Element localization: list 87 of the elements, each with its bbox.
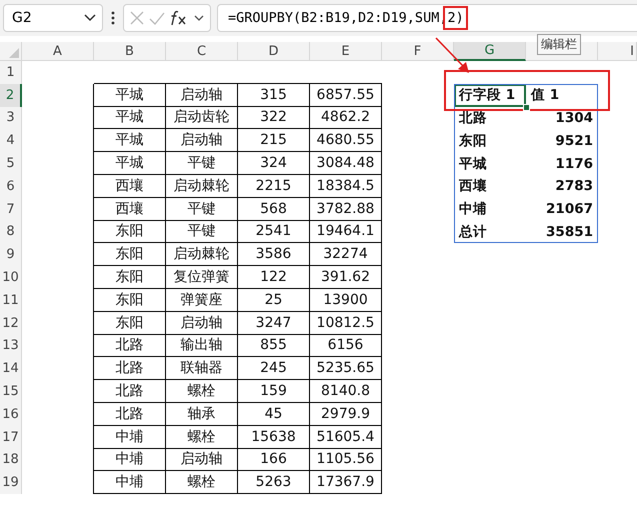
table-cell: 启动棘轮 bbox=[166, 243, 238, 266]
result-cell: 35851 bbox=[546, 224, 593, 240]
table-cell: 东阳 bbox=[94, 288, 166, 312]
table-cell: 568 bbox=[238, 198, 310, 221]
table-cell: 5235.65 bbox=[310, 357, 382, 380]
result-cell: 总计 bbox=[459, 222, 487, 241]
table-cell: 北路 bbox=[94, 380, 166, 403]
table-cell: 159 bbox=[238, 380, 310, 403]
table-cell: 启动轴 bbox=[166, 84, 238, 107]
table-cell: 联轴器 bbox=[166, 357, 238, 380]
table-cell: 中埔 bbox=[94, 448, 166, 472]
table-cell: 51605.4 bbox=[310, 426, 382, 449]
table-cell: 启动轴 bbox=[166, 129, 238, 152]
table-cell: 启动棘轮 bbox=[166, 174, 238, 198]
table-cell: 中埔 bbox=[94, 471, 166, 494]
table-cell: 855 bbox=[238, 334, 310, 358]
table-cell: 19464.1 bbox=[310, 220, 382, 244]
result-cell: 中埔 bbox=[459, 200, 487, 218]
table-cell: 122 bbox=[238, 266, 310, 289]
table-cell: 215 bbox=[238, 129, 310, 152]
table-cell: 北路 bbox=[94, 334, 166, 358]
table-cell: 18384.5 bbox=[310, 174, 382, 198]
table-cell: 螺栓 bbox=[166, 380, 238, 403]
table-cell: 166 bbox=[238, 448, 310, 472]
table-cell: 平键 bbox=[166, 198, 238, 221]
table-cell: 3247 bbox=[238, 312, 310, 335]
table-cell: 3084.48 bbox=[310, 152, 382, 175]
table-cell: 17367.9 bbox=[310, 471, 382, 494]
header-cell: 值 1 bbox=[531, 86, 560, 104]
tooltip: 编辑栏 bbox=[537, 34, 581, 55]
table-cell: 平城 bbox=[94, 106, 166, 130]
table-cell: 弹簧座 bbox=[166, 288, 238, 312]
table-cell: 平键 bbox=[166, 152, 238, 175]
table-cell: 25 bbox=[238, 288, 310, 312]
table-cell: 东阳 bbox=[94, 312, 166, 335]
table-cell: 东阳 bbox=[94, 220, 166, 244]
result-cell: 西壤 bbox=[459, 177, 487, 196]
table-cell: 1105.56 bbox=[310, 448, 382, 472]
result-cell: 平城 bbox=[459, 154, 487, 173]
table-cell: 西壤 bbox=[94, 198, 166, 221]
table-cell: 315 bbox=[238, 84, 310, 107]
result-cell: 1304 bbox=[555, 110, 593, 126]
table-cell: 东阳 bbox=[94, 266, 166, 289]
table-cell: 322 bbox=[238, 106, 310, 130]
result-cell: 9521 bbox=[555, 132, 593, 149]
table-cell: 平城 bbox=[94, 152, 166, 175]
table-cell: 螺栓 bbox=[166, 426, 238, 449]
table-cell: 西壤 bbox=[94, 174, 166, 198]
header-cell: 行字段 1 bbox=[459, 86, 516, 104]
table-cell: 平键 bbox=[166, 220, 238, 244]
table-cell: 32274 bbox=[310, 243, 382, 266]
table-cell: 输出轴 bbox=[166, 334, 238, 358]
table-cell: 启动轴 bbox=[166, 448, 238, 472]
table-cell: 5263 bbox=[238, 471, 310, 494]
table-cell: 复位弹簧 bbox=[166, 266, 238, 289]
table-cell: 324 bbox=[238, 152, 310, 175]
table-cell: 轴承 bbox=[166, 402, 238, 426]
table-cell: 平城 bbox=[94, 84, 166, 107]
result-cell: 北路 bbox=[459, 108, 487, 127]
table-cell: 启动齿轮 bbox=[166, 106, 238, 130]
result-cell: 东阳 bbox=[459, 132, 487, 150]
result-cell: 2783 bbox=[555, 178, 593, 194]
table-cell: 6857.55 bbox=[310, 84, 382, 107]
table-cell: 15638 bbox=[238, 426, 310, 449]
table-cell: 2215 bbox=[238, 174, 310, 198]
result-cell: 1176 bbox=[555, 156, 593, 172]
table-cell: 启动轴 bbox=[166, 312, 238, 335]
table-cell: 4680.55 bbox=[310, 129, 382, 152]
table-cell: 中埔 bbox=[94, 426, 166, 449]
table-cell: 8140.8 bbox=[310, 380, 382, 403]
table-cell: 北路 bbox=[94, 402, 166, 426]
table-cell: 245 bbox=[238, 357, 310, 380]
table-cell: 13900 bbox=[310, 288, 382, 312]
table-cell: 6156 bbox=[310, 334, 382, 358]
table-cell: 391.62 bbox=[310, 266, 382, 289]
table-cell: 4862.2 bbox=[310, 106, 382, 130]
table-cell: 东阳 bbox=[94, 243, 166, 266]
table-cell: 2979.9 bbox=[310, 402, 382, 426]
table-cell: 45 bbox=[238, 402, 310, 426]
result-cell: 21067 bbox=[546, 201, 593, 218]
table-cell: 平城 bbox=[94, 129, 166, 152]
table-cell: 螺栓 bbox=[166, 471, 238, 494]
table-cell: 北路 bbox=[94, 357, 166, 380]
table-cell: 3782.88 bbox=[310, 198, 382, 221]
table-cell: 2541 bbox=[238, 220, 310, 244]
table-cell: 10812.5 bbox=[310, 312, 382, 335]
table-cell: 3586 bbox=[238, 243, 310, 266]
